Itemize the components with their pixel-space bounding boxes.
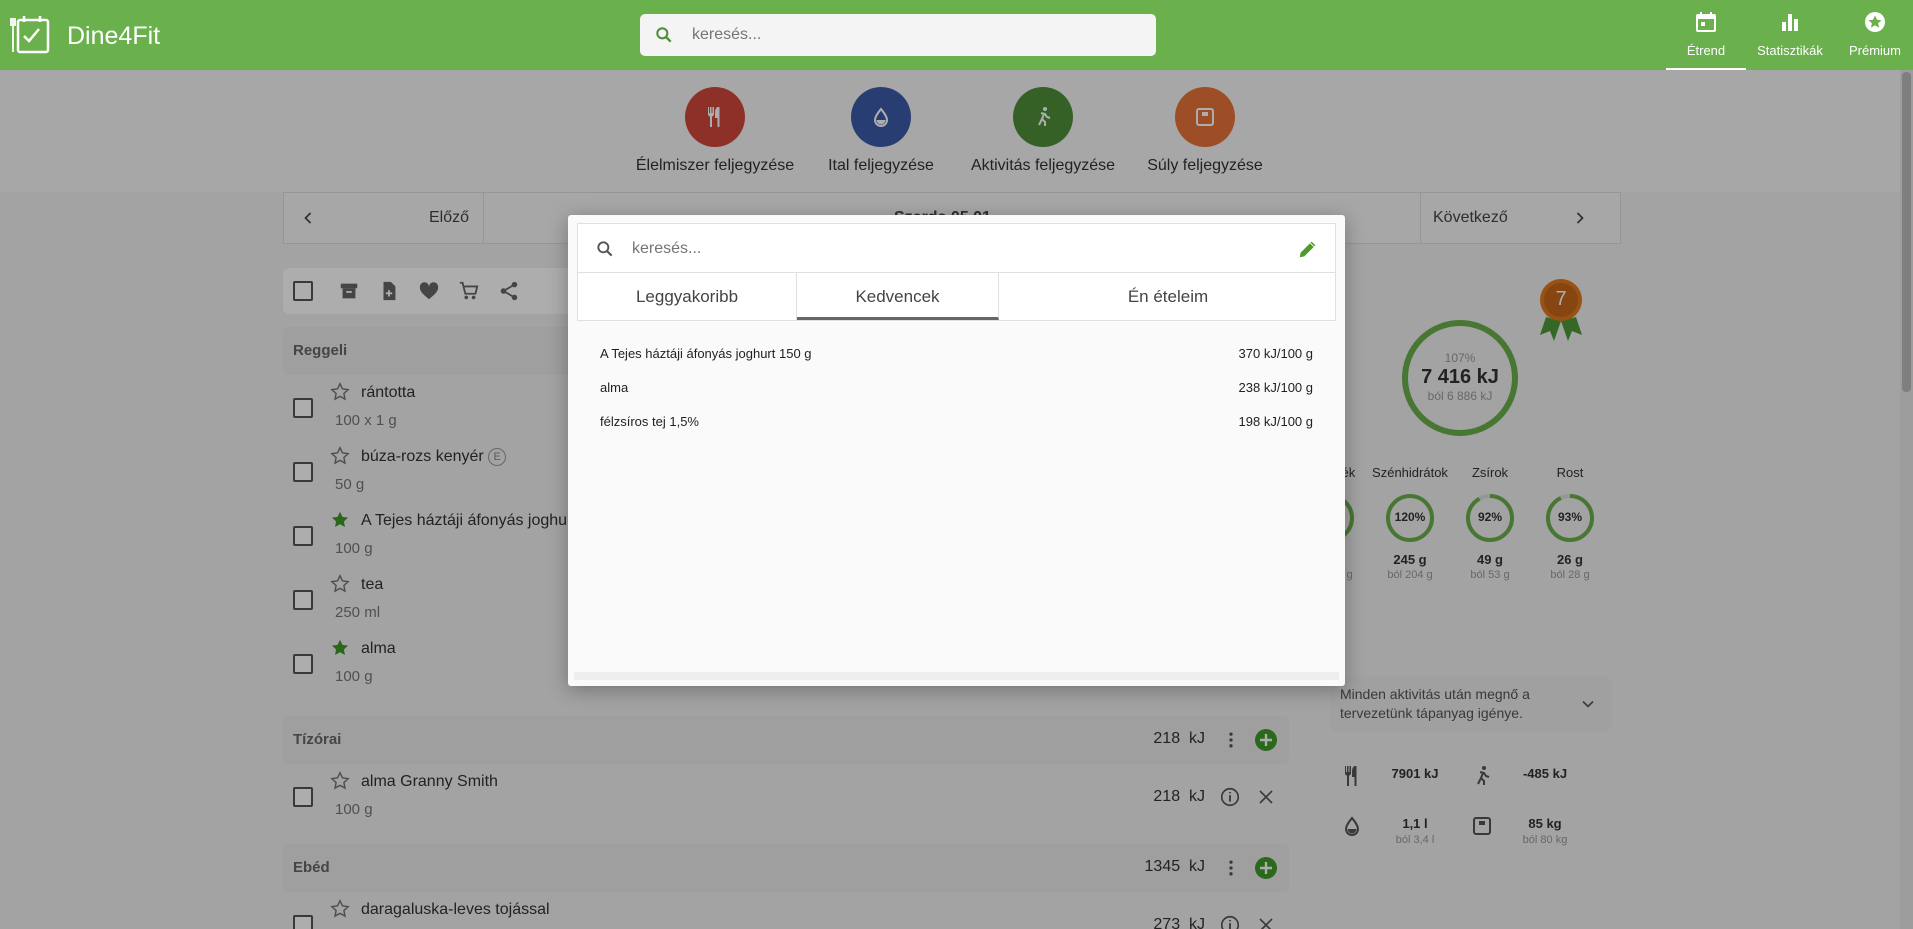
- nav-etrend[interactable]: Étrend: [1666, 0, 1746, 70]
- food-name: A Tejes háztáji áfonyás joghurt 150 g: [600, 346, 812, 361]
- food-name: alma: [600, 380, 629, 395]
- nav-label: Étrend: [1686, 43, 1726, 58]
- tab-label: Leggyakoribb: [635, 287, 739, 306]
- list-item[interactable]: A Tejes háztáji áfonyás joghurt 150 g 37…: [577, 337, 1336, 371]
- favorites-list: A Tejes háztáji áfonyás joghurt 150 g 37…: [577, 337, 1336, 439]
- app-name[interactable]: Dine4Fit: [67, 22, 160, 51]
- tab-kedvencek[interactable]: Kedvencek: [797, 273, 999, 320]
- pencil-icon[interactable]: [1297, 238, 1319, 260]
- top-search-input[interactable]: [692, 24, 1132, 46]
- star-badge-icon: [1865, 12, 1885, 32]
- tab-en-eteleim[interactable]: Én ételeim: [999, 273, 1337, 320]
- top-search-box[interactable]: [640, 14, 1156, 56]
- nav-statisztikak[interactable]: Statisztikák: [1750, 0, 1830, 70]
- dialog-footer-bar: [574, 672, 1339, 680]
- logo-icon[interactable]: [10, 14, 52, 56]
- nav-label: Statisztikák: [1757, 43, 1823, 58]
- food-energy: 198 kJ/100 g: [1238, 414, 1313, 429]
- top-bar: Dine4Fit Étrend Statisztikák Prémium: [0, 0, 1913, 70]
- search-icon: [597, 241, 613, 257]
- dialog-search-box[interactable]: [577, 223, 1336, 273]
- dialog-tabs: Leggyakoribb Kedvencek Én ételeim: [577, 273, 1336, 321]
- nav-premium[interactable]: Prémium: [1835, 0, 1913, 70]
- food-energy: 238 kJ/100 g: [1238, 380, 1313, 395]
- search-icon: [656, 27, 672, 43]
- tab-leggyakoribb[interactable]: Leggyakoribb: [578, 273, 797, 320]
- list-item[interactable]: félzsíros tej 1,5% 198 kJ/100 g: [577, 405, 1336, 439]
- bar-chart-icon: [1782, 14, 1798, 31]
- list-item[interactable]: alma 238 kJ/100 g: [577, 371, 1336, 405]
- dialog-search-input[interactable]: [632, 238, 1232, 260]
- tab-label: Én ételeim: [1127, 287, 1209, 306]
- food-energy: 370 kJ/100 g: [1238, 346, 1313, 361]
- food-name: félzsíros tej 1,5%: [600, 414, 699, 429]
- calendar-icon: [1696, 12, 1716, 32]
- tab-label: Kedvencek: [855, 287, 940, 306]
- favorites-dialog: Leggyakoribb Kedvencek Én ételeim A Teje…: [568, 215, 1345, 686]
- nav-label: Prémium: [1848, 43, 1901, 58]
